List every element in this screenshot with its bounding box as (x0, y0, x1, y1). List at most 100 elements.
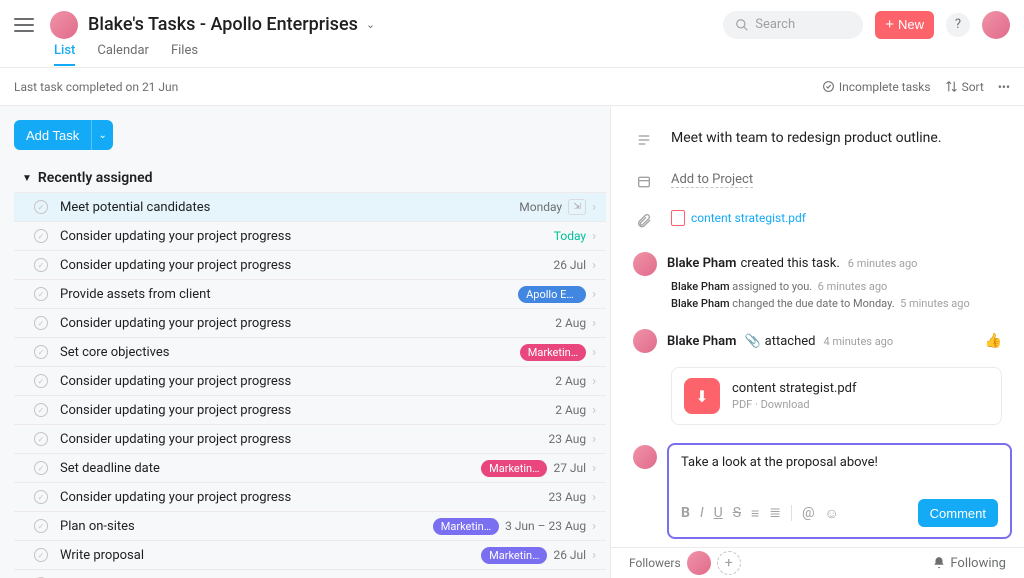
follower-avatar[interactable] (687, 551, 711, 575)
search-icon (735, 18, 749, 32)
bell-icon (932, 556, 946, 570)
help-button[interactable]: ? (946, 13, 970, 37)
project-tag[interactable]: Marketin… (481, 460, 547, 477)
task-row[interactable]: Consider updating your project progressT… (14, 569, 606, 578)
comment-toolbar: B I U S ≡ ≣ @ ☺ Comment (681, 499, 998, 527)
task-name: Consider updating your project progress (60, 374, 555, 389)
complete-checkbox[interactable] (34, 519, 48, 533)
add-task-dropdown[interactable]: ⌄ (91, 120, 113, 150)
tab-list[interactable]: List (54, 43, 75, 66)
task-name: Consider updating your project progress (60, 432, 549, 447)
task-row[interactable]: Consider updating your project progress2… (14, 250, 606, 279)
chevron-right-icon: › (592, 200, 596, 215)
more-actions[interactable]: ••• (998, 80, 1010, 94)
task-row[interactable]: Set deadline dateMarketin…27 Jul› (14, 453, 606, 482)
add-to-project-link[interactable]: Add to Project (671, 172, 753, 188)
complete-checkbox[interactable] (34, 345, 48, 359)
project-tag[interactable]: Marketin… (481, 547, 547, 564)
chevron-down-icon[interactable]: ⌄ (366, 18, 375, 31)
task-row[interactable]: Consider updating your project progress2… (14, 482, 606, 511)
section-header[interactable]: ▼ Recently assigned (14, 164, 606, 192)
add-task-button[interactable]: Add Task (14, 120, 91, 150)
incomplete-filter[interactable]: Incomplete tasks (822, 80, 931, 94)
complete-checkbox[interactable] (34, 316, 48, 330)
attachment-name: content strategist.pdf (732, 381, 857, 396)
chevron-right-icon: › (592, 432, 596, 447)
activity-avatar[interactable] (633, 252, 657, 276)
complete-checkbox[interactable] (34, 229, 48, 243)
search-input[interactable]: Search (723, 11, 863, 39)
complete-checkbox[interactable] (34, 200, 48, 214)
activity-avatar[interactable] (633, 329, 657, 353)
project-tag[interactable]: Marketin… (433, 518, 499, 535)
task-name: Set deadline date (60, 461, 481, 476)
comment-input[interactable]: Take a look at the proposal above! B I U… (667, 443, 1012, 539)
activity-created: Blake Pham created this task. 6 minutes … (611, 248, 1024, 317)
complete-checkbox[interactable] (34, 287, 48, 301)
attachment-card[interactable]: ⬇ content strategist.pdf PDF · Download (671, 367, 1002, 425)
task-date: 26 Jul (553, 548, 586, 562)
sort-icon (945, 80, 958, 93)
complete-checkbox[interactable] (34, 374, 48, 388)
task-date: 23 Aug (549, 432, 587, 446)
task-date: Monday (519, 200, 562, 214)
user-avatar[interactable] (982, 11, 1010, 39)
comment-text[interactable]: Take a look at the proposal above! (681, 455, 998, 499)
italic-icon[interactable]: I (700, 505, 704, 521)
bold-icon[interactable]: B (681, 505, 690, 521)
complete-checkbox[interactable] (34, 548, 48, 562)
task-row[interactable]: Consider updating your project progressT… (14, 221, 606, 250)
number-list-icon[interactable]: ≣ (769, 505, 781, 521)
view-tabs: List Calendar Files (0, 42, 1024, 68)
complete-checkbox[interactable] (34, 461, 48, 475)
tab-files[interactable]: Files (171, 43, 198, 66)
task-row[interactable]: Write proposalMarketin…26 Jul› (14, 540, 606, 569)
task-name: Provide assets from client (60, 287, 518, 302)
project-tag[interactable]: Apollo En… (518, 286, 586, 303)
task-name: Set core objectives (60, 345, 520, 360)
file-icon (671, 210, 685, 226)
task-name: Consider updating your project progress (60, 403, 555, 418)
mention-icon[interactable]: @ (802, 505, 815, 521)
complete-checkbox[interactable] (34, 432, 48, 446)
following-toggle[interactable]: Following (932, 556, 1006, 571)
like-icon[interactable]: 👍 (985, 333, 1002, 349)
new-button[interactable]: +New (875, 11, 934, 39)
project-tag[interactable]: Marketin… (520, 344, 586, 361)
workspace-avatar[interactable] (50, 11, 78, 39)
main-content: Add Task ⌄ ▼ Recently assigned Meet pote… (0, 106, 1024, 578)
tab-calendar[interactable]: Calendar (97, 43, 149, 66)
hamburger-icon[interactable] (14, 18, 34, 32)
strike-icon[interactable]: S (733, 505, 741, 521)
emoji-icon[interactable]: ☺ (825, 505, 839, 522)
chevron-right-icon: › (592, 316, 596, 331)
complete-checkbox[interactable] (34, 490, 48, 504)
task-row[interactable]: Consider updating your project progress2… (14, 395, 606, 424)
project-icon (633, 172, 655, 190)
comment-button[interactable]: Comment (918, 499, 998, 527)
underline-icon[interactable]: U (714, 505, 723, 521)
task-name: Consider updating your project progress (60, 490, 549, 505)
task-row[interactable]: Consider updating your project progress2… (14, 366, 606, 395)
activity-attached: Blake Pham 📎 attached 4 minutes ago 👍 (611, 325, 1024, 359)
section-title: Recently assigned (38, 170, 153, 186)
file-link[interactable]: content strategist.pdf (691, 211, 806, 225)
task-row[interactable]: Consider updating your project progress2… (14, 424, 606, 453)
followers-label: Followers (629, 556, 681, 570)
task-row[interactable]: Set core objectivesMarketin…› (14, 337, 606, 366)
task-row[interactable]: Meet potential candidatesMonday⇲› (14, 192, 606, 221)
complete-checkbox[interactable] (34, 258, 48, 272)
task-row[interactable]: Consider updating your project progress2… (14, 308, 606, 337)
task-row[interactable]: Plan on-sitesMarketin…3 Jun – 23 Aug› (14, 511, 606, 540)
comment-avatar[interactable] (633, 445, 657, 469)
complete-checkbox[interactable] (34, 403, 48, 417)
task-name: Consider updating your project progress (60, 258, 553, 273)
add-follower-button[interactable]: + (717, 551, 741, 575)
task-row[interactable]: Provide assets from clientApollo En…› (14, 279, 606, 308)
sort-button[interactable]: Sort (945, 80, 984, 94)
task-name: Plan on-sites (60, 519, 433, 534)
plus-icon: + (885, 16, 894, 33)
bullet-list-icon[interactable]: ≡ (751, 505, 759, 522)
task-date: 27 Jul (553, 461, 586, 475)
task-date: 2 Aug (555, 374, 586, 388)
